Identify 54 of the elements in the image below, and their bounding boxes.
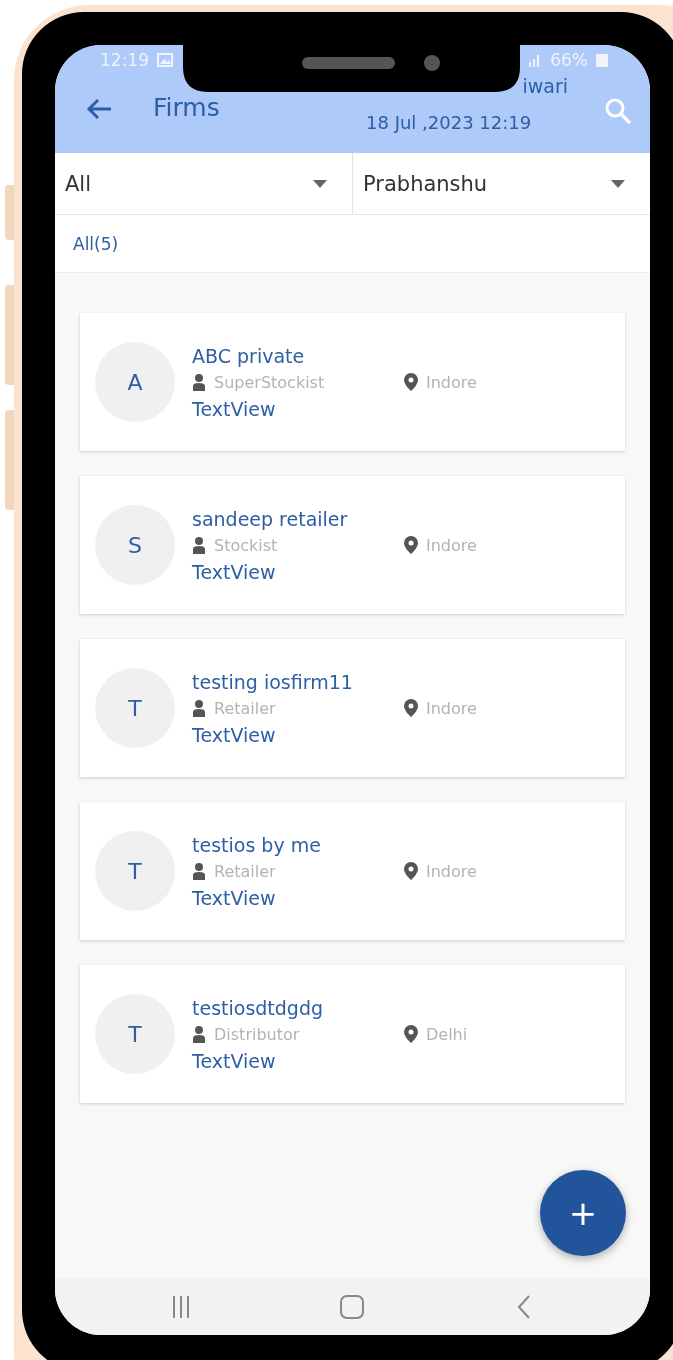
filter-tab[interactable]: All(5) (71, 231, 121, 256)
battery-percent: 66% (550, 50, 588, 70)
battery-icon (596, 53, 608, 67)
location-pin-icon (404, 373, 418, 391)
firm-type: Retailer (214, 698, 276, 718)
person-icon (192, 699, 206, 717)
person-icon (192, 1025, 206, 1043)
firm-card[interactable]: S sandeep retailer Stockist Indore TextView (80, 476, 625, 614)
firm-city: Indore (426, 372, 477, 392)
firm-type: Retailer (214, 861, 276, 881)
initial-avatar: T (95, 994, 175, 1074)
add-button[interactable]: + (540, 1170, 626, 1256)
page-title: Firms (153, 93, 220, 122)
firm-city: Indore (426, 861, 477, 881)
firm-city: Delhi (426, 1024, 468, 1044)
person-icon (192, 373, 206, 391)
firm-detail: TextView (192, 397, 277, 420)
firm-type: SuperStockist (214, 372, 325, 392)
user-name: iwari (522, 75, 568, 97)
firm-type: Stockist (214, 535, 278, 555)
firm-card[interactable]: T testing iosfirm11 Retailer Indore TextView (80, 639, 625, 777)
home-icon[interactable] (339, 1293, 366, 1320)
status-time: 12:19 (100, 50, 149, 70)
location-pin-icon (404, 699, 418, 717)
firm-detail: TextView (192, 560, 277, 583)
firm-detail: TextView (192, 723, 277, 746)
location-pin-icon (404, 1025, 418, 1043)
back-arrow-icon[interactable] (85, 97, 113, 121)
firm-detail: TextView (192, 886, 277, 909)
firm-card[interactable]: T testios by me Retailer Indore TextView (80, 802, 625, 940)
location-pin-icon (404, 862, 418, 880)
location-pin-icon (404, 536, 418, 554)
initial-avatar: T (95, 831, 175, 911)
person-icon (192, 862, 206, 880)
initial-avatar: S (95, 505, 175, 585)
image-icon (157, 53, 173, 67)
firm-name: testing iosfirm11 (192, 670, 354, 693)
firm-detail: TextView (192, 1049, 277, 1072)
search-icon[interactable] (604, 97, 632, 125)
caret-icon (313, 179, 327, 188)
initial-avatar: T (95, 668, 175, 748)
firm-city: Indore (426, 535, 477, 555)
firm-name: sandeep retailer (192, 507, 349, 530)
firm-card[interactable]: A ABC private SuperStockist Indore TextView (80, 313, 625, 451)
firm-name: ABC private (192, 344, 306, 367)
caret-icon (611, 179, 625, 188)
firm-name: testiosdtdgdg (192, 996, 325, 1019)
initial-avatar: A (95, 342, 175, 422)
person-icon (192, 536, 206, 554)
firm-card[interactable]: T testiosdtdgdg Distributor Delhi TextView (80, 965, 625, 1103)
firm-city: Indore (426, 698, 477, 718)
firm-name: testios by me (192, 833, 322, 856)
firm-type: Distributor (214, 1024, 300, 1044)
date-time: 18 Jul ,2023 12:19 (366, 112, 533, 133)
